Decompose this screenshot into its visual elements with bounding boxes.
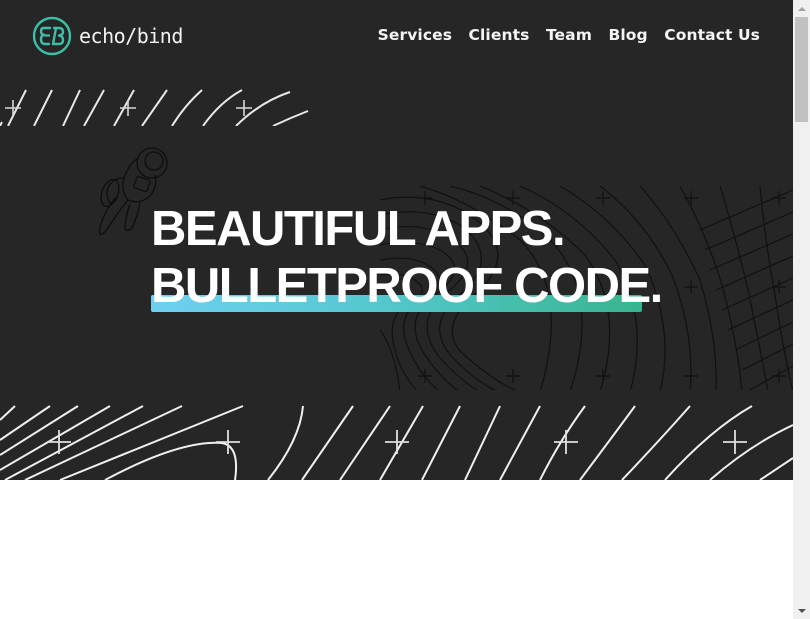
nav-item-team[interactable]: Team	[546, 26, 592, 44]
scroll-up-button[interactable]	[793, 0, 810, 17]
eb-monogram-circle-icon	[32, 16, 72, 56]
content-section	[0, 480, 793, 619]
brand-logo-link[interactable]: echo/bind	[32, 16, 183, 56]
nav-item-blog[interactable]: Blog	[608, 26, 647, 44]
nav-item-contact-us[interactable]: Contact Us	[664, 26, 760, 44]
main-nav: Services Clients Team Blog Contact Us	[361, 26, 760, 44]
headline-line-1: BEAUTIFUL APPS.	[151, 202, 566, 256]
hero-headline: BEAUTIFUL APPS. BULLETPROOF CODE.	[151, 201, 663, 315]
scrollbar-thumb[interactable]	[795, 17, 808, 122]
nav-item-clients[interactable]: Clients	[469, 26, 530, 44]
scroll-up-arrow-icon	[797, 6, 806, 11]
nav-item-services[interactable]: Services	[378, 26, 452, 44]
brand-name: echo/bind	[79, 24, 183, 48]
headline-line-2: BULLETPROOF CODE.	[151, 259, 663, 313]
vertical-scrollbar[interactable]	[793, 0, 810, 619]
top-contour-band	[0, 89, 309, 126]
scroll-down-arrow-icon	[797, 608, 806, 613]
scroll-down-button[interactable]	[793, 602, 810, 619]
hero-section: echo/bind Services Clients Team Blog Con…	[0, 0, 793, 480]
page: echo/bind Services Clients Team Blog Con…	[0, 0, 793, 619]
site-header: echo/bind Services Clients Team Blog Con…	[0, 0, 793, 72]
